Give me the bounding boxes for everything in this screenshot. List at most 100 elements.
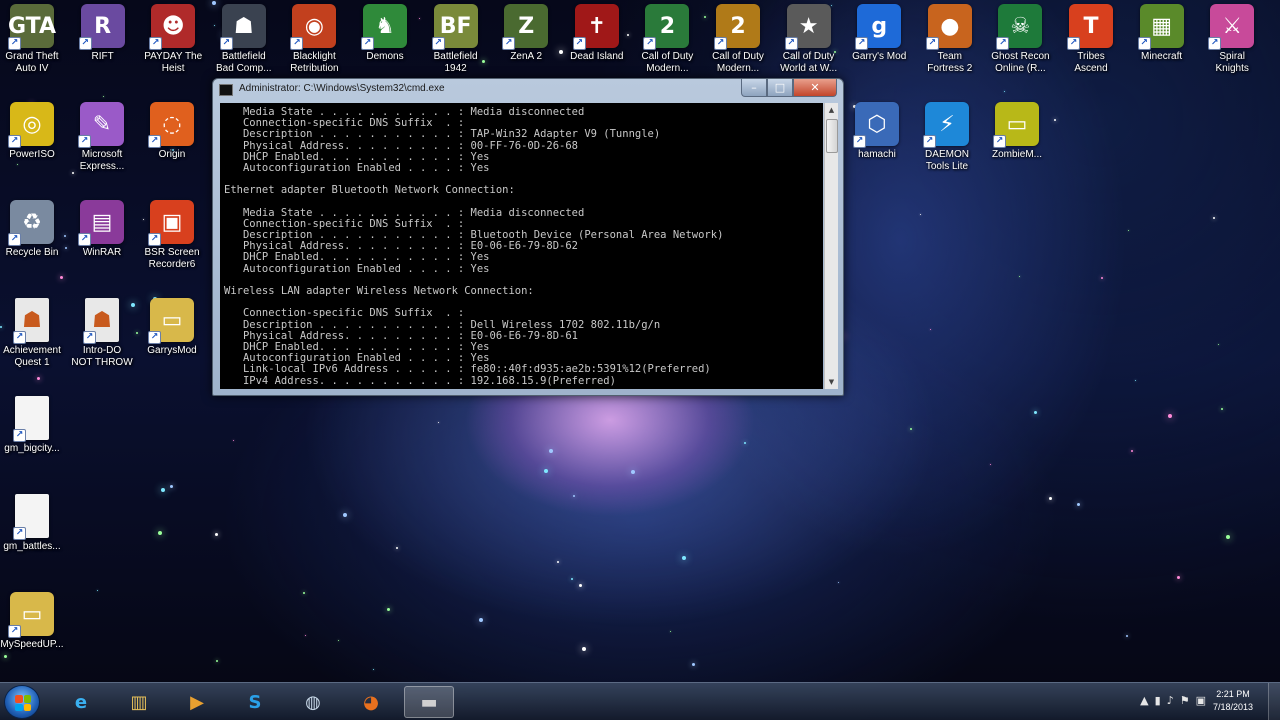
- desktop-shortcut[interactable]: ↗ gm_bigcity...: [0, 396, 67, 476]
- desktop-shortcut[interactable]: ▭ ↗ MySpeedUP...: [0, 592, 67, 672]
- desktop-shortcut[interactable]: GTA ↗ Grand Theft Auto IV: [0, 4, 67, 84]
- console-window[interactable]: Administrator: C:\Windows\System32\cmd.e…: [212, 78, 844, 396]
- desktop-shortcut[interactable]: ▭ ↗ GarrysMod: [137, 298, 207, 378]
- minimize-button[interactable]: –: [741, 79, 767, 97]
- desktop-shortcut[interactable]: ☗ ↗ Achievement Quest 1: [0, 298, 67, 378]
- action-center-flag-icon[interactable]: ⚑: [1180, 694, 1190, 707]
- star: [1221, 408, 1223, 410]
- desktop-shortcut[interactable]: ⬡ ↗ hamachi: [842, 102, 912, 182]
- desktop-shortcut[interactable]: ▦ ↗ Minecraft: [1127, 4, 1197, 84]
- network-icon[interactable]: ▣: [1196, 694, 1206, 707]
- star: [158, 531, 162, 535]
- desktop-shortcut[interactable]: T ↗ Tribes Ascend: [1056, 4, 1126, 84]
- desktop-shortcut[interactable]: ♻ ↗ Recycle Bin: [0, 200, 67, 280]
- desktop-shortcut[interactable]: g ↗ Garry's Mod: [844, 4, 914, 84]
- star: [215, 533, 218, 536]
- taskbar-cmd-button[interactable]: ▬: [404, 686, 454, 718]
- shortcut-arrow-icon: ↗: [572, 37, 586, 50]
- shortcut-arrow-icon: ↗: [855, 37, 869, 50]
- desktop-shortcut-label: Call of Duty World at W...: [780, 51, 838, 74]
- desktop-shortcut-label: Recycle Bin: [5, 247, 59, 258]
- desktop-shortcut-label: Spiral Knights: [1215, 51, 1249, 74]
- desktop-shortcut[interactable]: ☻ ↗ PAYDAY The Heist: [138, 4, 208, 84]
- desktop-shortcut[interactable]: ▭ ↗ ZombieM...: [982, 102, 1052, 182]
- close-button[interactable]: ✕: [793, 79, 837, 97]
- console-line: Ethernet adapter Bluetooth Network Conne…: [224, 184, 515, 197]
- shortcut-arrow-icon: ↗: [925, 37, 939, 50]
- taskbar-internet-explorer-button[interactable]: e: [56, 686, 106, 718]
- console-line: DHCP Enabled. . . . . . . . . . . : Yes: [224, 251, 490, 264]
- maximize-button[interactable]: □: [767, 79, 793, 97]
- desktop-shortcut-label: PowerISO: [9, 149, 55, 160]
- desktop-shortcut-label: hamachi: [858, 149, 896, 160]
- desktop-shortcut[interactable]: ⚔ ↗ Spiral Knights: [1197, 4, 1267, 84]
- desktop-shortcut[interactable]: 2 ↗ Call of Duty Modern...: [632, 4, 702, 84]
- clock[interactable]: 2:21 PM 7/18/2013: [1206, 688, 1260, 714]
- desktop-shortcut[interactable]: ☗ ↗ Battlefield Bad Comp...: [209, 4, 279, 84]
- desktop-shortcut-label: Grand Theft Auto IV: [5, 51, 59, 74]
- volume-icon[interactable]: ♪: [1167, 694, 1174, 707]
- taskbar-file-explorer-button[interactable]: ▥: [114, 686, 164, 718]
- desktop-shortcut-label: Origin: [158, 149, 186, 160]
- shortcut-arrow-icon: ↗: [431, 37, 445, 50]
- desktop-shortcut[interactable]: ◉ ↗ Blacklight Retribution: [279, 4, 349, 84]
- cmd-window-icon: [219, 84, 233, 96]
- desktop-shortcut-label: DAEMON Tools Lite: [925, 149, 969, 172]
- desktop-shortcut[interactable]: ◎ ↗ PowerISO: [0, 102, 67, 182]
- desktop-shortcut[interactable]: ⚡ ↗ DAEMON Tools Lite: [912, 102, 982, 182]
- scroll-down-arrow-icon[interactable]: ▼: [825, 375, 838, 389]
- star: [216, 660, 218, 662]
- desktop-shortcut-label: Dead Island: [570, 51, 624, 62]
- battlefield-1942-icon: BF ↗: [431, 4, 478, 50]
- scroll-thumb[interactable]: [826, 119, 838, 153]
- show-hidden-icons-icon[interactable]: ▲: [1140, 694, 1148, 707]
- star: [1034, 411, 1037, 414]
- desktop-shortcut[interactable]: ☗ ↗ Intro-DO NOT THROW: [67, 298, 137, 378]
- console-titlebar[interactable]: Administrator: C:\Windows\System32\cmd.e…: [213, 79, 843, 101]
- console-title: Administrator: C:\Windows\System32\cmd.e…: [239, 83, 445, 94]
- star: [103, 96, 104, 97]
- taskbar-steam-button[interactable]: ◍: [288, 686, 338, 718]
- desktop-shortcut-label: Ghost Recon Online (R...: [991, 51, 1050, 74]
- desktop-shortcut-label: Call of Duty Modern...: [641, 51, 694, 74]
- desktop-shortcut-label: ZombieM...: [991, 149, 1042, 160]
- start-button[interactable]: [4, 685, 40, 719]
- desktop-shortcut[interactable]: ▤ ↗ WinRAR: [67, 200, 137, 280]
- taskbar-skype-button[interactable]: S: [230, 686, 280, 718]
- desktop-shortcut[interactable]: R ↗ RIFT: [68, 4, 138, 84]
- desktop-shortcut[interactable]: 2 ↗ Call of Duty Modern...: [703, 4, 773, 84]
- show-desktop-button[interactable]: [1268, 683, 1280, 720]
- star: [343, 513, 347, 517]
- desktop-shortcut-label: MySpeedUP...: [0, 639, 64, 650]
- star: [990, 464, 991, 465]
- desktop-shortcut[interactable]: ↗ gm_battles...: [0, 494, 67, 574]
- taskbar-firefox-button[interactable]: ◕: [346, 686, 396, 718]
- desktop-shortcut[interactable]: ♞ ↗ Demons: [350, 4, 420, 84]
- console-scrollbar[interactable]: ▲ ▼: [824, 103, 838, 389]
- star: [838, 582, 839, 583]
- desktop-shortcut-label: GarrysMod: [147, 345, 197, 356]
- battery-icon[interactable]: ▮: [1155, 694, 1161, 707]
- star: [1218, 344, 1219, 345]
- desktop-shortcut[interactable]: ✎ ↗ Microsoft Express...: [67, 102, 137, 182]
- desktop-shortcut[interactable]: ★ ↗ Call of Duty World at W...: [774, 4, 844, 84]
- desktop-shortcut[interactable]: ● ↗ Team Fortress 2: [915, 4, 985, 84]
- console-output[interactable]: Media State . . . . . . . . . . . : Medi…: [220, 103, 823, 389]
- shortcut-arrow-icon: ↗: [996, 37, 1010, 50]
- desktop-shortcut[interactable]: BF ↗ Battlefield 1942: [421, 4, 491, 84]
- poweriso-icon: ◎ ↗: [8, 102, 54, 148]
- shortcut-arrow-icon: ↗: [13, 331, 26, 344]
- desktop-shortcut[interactable]: ◌ ↗ Origin: [137, 102, 207, 182]
- shortcut-arrow-icon: ↗: [78, 37, 92, 50]
- desktop-shortcut[interactable]: ☠ ↗ Ghost Recon Online (R...: [985, 4, 1055, 84]
- scroll-up-arrow-icon[interactable]: ▲: [825, 103, 838, 117]
- shortcut-arrow-icon: ↗: [8, 625, 21, 638]
- desktop-shortcut[interactable]: Z ↗ ZenA 2: [491, 4, 561, 84]
- star: [396, 547, 398, 549]
- taskbar-media-player-button[interactable]: ▶: [172, 686, 222, 718]
- desktop-shortcut[interactable]: ▣ ↗ BSR Screen Recorder6: [137, 200, 207, 280]
- tribes-icon: T ↗: [1067, 4, 1113, 50]
- desktop-shortcut[interactable]: ✝ ↗ Dead Island: [562, 4, 632, 84]
- star: [582, 647, 586, 651]
- star: [571, 578, 573, 580]
